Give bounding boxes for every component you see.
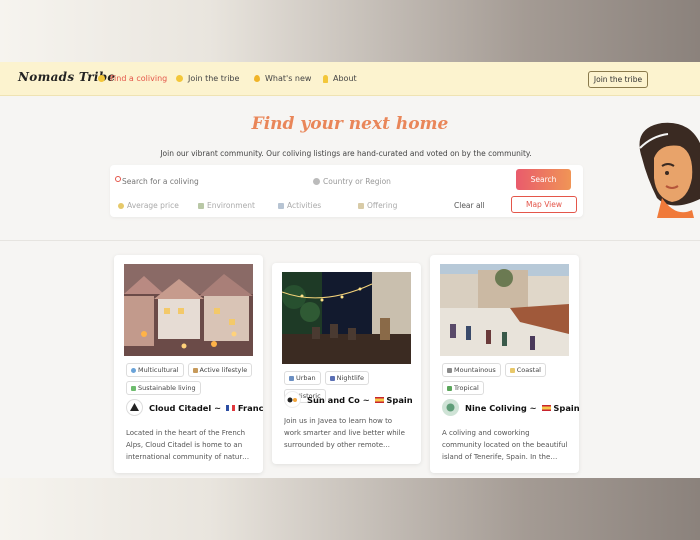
- card-header: Sun and Co ~ Spain: [284, 391, 413, 408]
- tag-label: Mountainous: [454, 366, 496, 374]
- tag: Active lifestyle: [187, 363, 253, 377]
- smiley-icon: [98, 75, 105, 82]
- tag: Mountainous: [442, 363, 501, 377]
- card-description: A coliving and coworking community locat…: [442, 429, 568, 461]
- hero-title: Find your next home: [251, 114, 449, 134]
- filter-label: Average price: [127, 201, 179, 210]
- card-title: Cloud Citadel ~: [149, 402, 222, 413]
- card-title: Sun and Co ~: [307, 394, 370, 405]
- beach-icon: [509, 367, 515, 373]
- nav-about-label: About: [333, 74, 357, 83]
- card-name: Cloud Citadel ~ France: [149, 403, 263, 413]
- filter-environment[interactable]: Environment: [198, 201, 255, 210]
- navbar: Nomads Tribe Find a coliving Join the tr…: [0, 62, 700, 96]
- hero-subtitle: Join our vibrant community. Our coliving…: [160, 149, 532, 158]
- tag: Multicultural: [126, 363, 184, 377]
- search-button[interactable]: Search: [516, 169, 571, 190]
- leaf-icon: [198, 202, 204, 209]
- runner-icon: [192, 367, 198, 373]
- tag-label: Nightlife: [336, 374, 365, 382]
- bulb-icon: [323, 74, 328, 83]
- search-icon: [115, 176, 121, 182]
- card-photo: [282, 272, 411, 364]
- coliving-card[interactable]: Mountainous Coastal Tropical Nine Colivi…: [430, 255, 579, 473]
- avatar: [442, 399, 459, 416]
- filter-activities[interactable]: Activities: [278, 201, 321, 210]
- city-icon: [289, 375, 294, 381]
- tag-label: Multicultural: [138, 366, 179, 374]
- section-divider: [0, 240, 700, 241]
- tag: Sustainable living: [126, 381, 201, 395]
- search-input[interactable]: [122, 174, 302, 188]
- hero-illustration: [639, 122, 700, 218]
- avatar: [126, 399, 143, 416]
- card-photo: [440, 264, 569, 356]
- nav-join-tribe[interactable]: Join the tribe: [176, 74, 239, 83]
- card-title: Nine Coliving ~: [465, 402, 537, 413]
- globe-icon: [131, 367, 136, 373]
- globe-icon: [313, 178, 320, 185]
- nav-about[interactable]: About: [323, 74, 357, 83]
- card-tags: Multicultural Active lifestyle Sustainab…: [126, 363, 254, 395]
- card-description: Join us in Javea to learn how to work sm…: [284, 417, 405, 449]
- night-city-icon: [329, 375, 335, 381]
- card-description: Located in the heart of the French Alps,…: [126, 429, 249, 461]
- card-header: Nine Coliving ~ Spain: [442, 399, 579, 416]
- nav-whats-new-label: What's new: [265, 74, 312, 83]
- smiley-icon: [176, 75, 183, 82]
- map-view-button[interactable]: Map View: [511, 196, 577, 213]
- nav-find-coliving[interactable]: Find a coliving: [98, 74, 167, 83]
- card-name: Nine Coliving ~ Spain: [465, 403, 579, 413]
- coins-icon: [118, 202, 124, 209]
- tag: Coastal: [504, 363, 546, 377]
- tag-label: Tropical: [454, 384, 479, 392]
- country-label: Country or Region: [323, 177, 391, 186]
- filter-label: Activities: [287, 201, 322, 210]
- join-tribe-button[interactable]: Join the tribe: [588, 71, 648, 88]
- filter-label: Environment: [207, 201, 255, 210]
- card-photo: [124, 264, 253, 356]
- coliving-card[interactable]: Urban Nightlife Historic Sun and Co ~ Sp…: [272, 263, 421, 464]
- tent-icon: [358, 202, 364, 209]
- search-panel: Country or Region Search Average price E…: [110, 165, 583, 217]
- tag: Tropical: [442, 381, 484, 395]
- filter-offering[interactable]: Offering: [358, 201, 397, 210]
- flag-spain-icon: [374, 397, 384, 403]
- tag-label: Sustainable living: [138, 384, 196, 392]
- tag-label: Active lifestyle: [199, 366, 248, 374]
- filter-label: Offering: [367, 201, 398, 210]
- coliving-card[interactable]: Multicultural Active lifestyle Sustainab…: [114, 255, 263, 473]
- tag-label: Coastal: [516, 366, 541, 374]
- country-field[interactable]: Country or Region: [313, 177, 391, 186]
- drop-icon: [254, 75, 260, 82]
- card-header: Cloud Citadel ~ France: [126, 399, 263, 416]
- nav-whats-new[interactable]: What's new: [254, 74, 311, 83]
- nav-find-coliving-label: Find a coliving: [110, 74, 168, 83]
- card-country: Spain: [386, 394, 413, 405]
- palm-tree-icon: [447, 385, 452, 391]
- mountain-icon: [447, 367, 452, 373]
- tag-label: Urban: [296, 374, 316, 382]
- nav-join-tribe-label: Join the tribe: [188, 74, 240, 83]
- app-screen: Nomads Tribe Find a coliving Join the tr…: [0, 62, 700, 478]
- card-name: Sun and Co ~ Spain: [307, 395, 413, 405]
- recycle-icon: [131, 385, 136, 391]
- tag: Urban: [284, 371, 321, 385]
- card-tags: Mountainous Coastal Tropical: [442, 363, 570, 395]
- tag: Nightlife: [324, 371, 370, 385]
- hiking-icon: [278, 202, 284, 209]
- card-country: France: [237, 402, 263, 413]
- filter-average-price[interactable]: Average price: [118, 201, 179, 210]
- avatar: [284, 391, 301, 408]
- flag-spain-icon: [541, 405, 551, 411]
- card-country: Spain: [553, 402, 579, 413]
- clear-all-button[interactable]: Clear all: [454, 201, 485, 210]
- flag-france-icon: [226, 405, 236, 411]
